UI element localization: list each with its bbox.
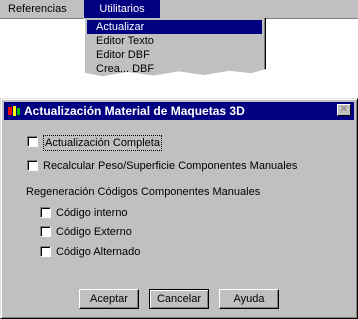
app-icon — [7, 105, 21, 117]
close-icon[interactable]: ✕ — [337, 104, 351, 116]
recalc-weight-label: Recalcular Peso/Superficie Componentes M… — [43, 160, 298, 172]
full-update-box[interactable] — [27, 136, 38, 147]
utilitarios-dropdown: Actualizar Editor Texto Editor DBF Crea.… — [84, 18, 266, 77]
external-code-box[interactable] — [40, 226, 51, 237]
menu-item-actualizar[interactable]: Actualizar — [87, 20, 262, 34]
menu-item-editor-dbf[interactable]: Editor DBF — [87, 48, 262, 62]
dialog-titlebar[interactable]: Actualización Material de Maquetas 3D ✕ — [4, 102, 354, 120]
menu-item-crea-dbf[interactable]: Crea... DBF — [87, 62, 262, 76]
accept-button[interactable]: Aceptar — [79, 289, 139, 309]
internal-code-label: Código interno — [56, 207, 128, 219]
alternate-code-label: Código Alternado — [56, 246, 141, 258]
alternate-code-box[interactable] — [40, 246, 51, 257]
internal-code-box[interactable] — [40, 207, 51, 218]
help-button[interactable]: Ayuda — [219, 289, 279, 309]
menu-referencias[interactable]: Referencias — [0, 0, 75, 18]
dialog-title: Actualización Material de Maquetas 3D — [24, 104, 245, 118]
external-code-label: Código Externo — [56, 226, 132, 238]
menubar: Referencias Utilitarios — [0, 0, 358, 19]
recalc-weight-box[interactable] — [27, 160, 38, 171]
full-update-label: Actualización Completa — [43, 135, 162, 151]
cancel-button[interactable]: Cancelar — [149, 289, 209, 309]
menu-utilitarios[interactable]: Utilitarios — [84, 0, 160, 18]
code-regeneration-group-label: Regeneración Códigos Componentes Manuale… — [26, 186, 261, 198]
update-dialog: Actualización Material de Maquetas 3D ✕ … — [0, 98, 358, 319]
menu-item-editor-texto[interactable]: Editor Texto — [87, 34, 262, 48]
